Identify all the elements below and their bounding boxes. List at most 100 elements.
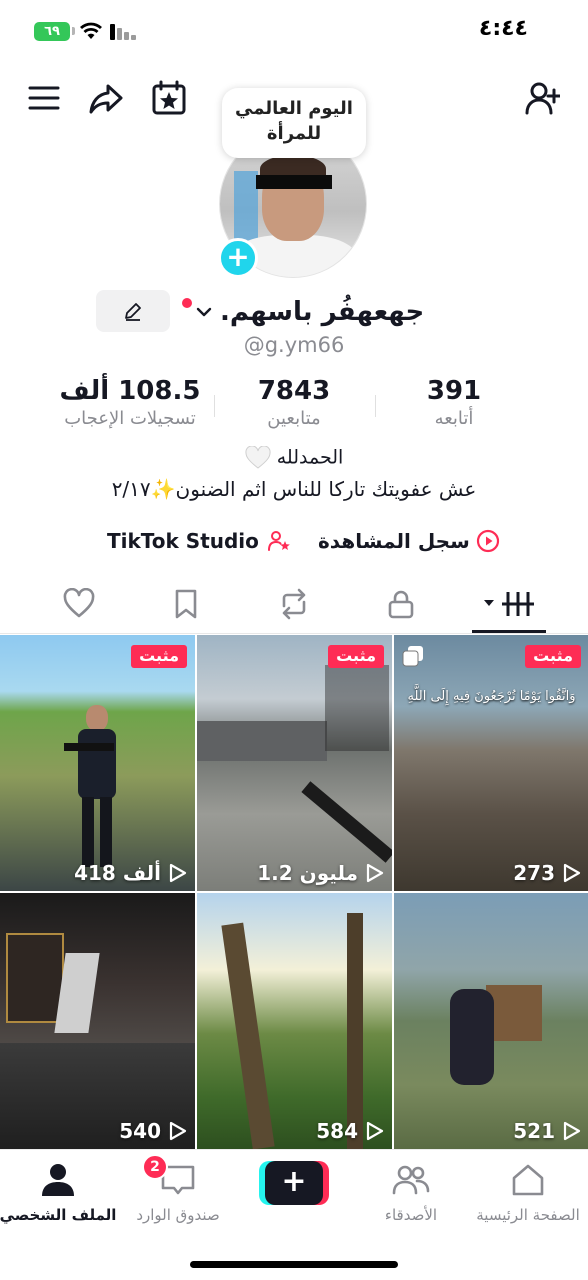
repost-icon (282, 588, 306, 620)
view-count: 584 (316, 1119, 384, 1143)
video-thumbnail[interactable]: مثبت 1.2 مليون (197, 635, 392, 891)
notification-dot (182, 298, 192, 308)
cellular-signal-icon (110, 24, 136, 40)
inbox-badge: 2 (142, 1154, 168, 1180)
calendar-star-icon[interactable] (151, 80, 187, 116)
view-count-text: 540 (119, 1119, 161, 1143)
status-bar: ٦٩ ٤:٤٤ (0, 0, 588, 62)
view-count: 1.2 مليون (257, 861, 384, 885)
watch-history-label: سجل المشاهدة (318, 529, 470, 553)
avatar-sunglasses (256, 175, 332, 189)
thumbnail-image (394, 635, 588, 891)
heart-outline-icon (63, 588, 95, 618)
view-count-text: 584 (316, 1119, 358, 1143)
play-outline-icon (169, 1121, 187, 1141)
view-count: 418 ألف (74, 861, 187, 885)
nav-home[interactable]: الصفحة الرئيسية (468, 1160, 588, 1224)
tab-private[interactable] (376, 584, 426, 624)
clock: ٤:٤٤ (478, 16, 528, 41)
battery-indicator: ٦٩ (34, 22, 70, 41)
tab-liked[interactable] (54, 584, 104, 624)
video-grid: مثبت 418 ألف مثبت 1.2 مليون وَاتَّقُوا ي… (0, 635, 588, 1149)
nav-inbox-label: صندوق الوارد (136, 1206, 220, 1224)
create-button[interactable]: + (259, 1161, 329, 1205)
stat-divider (375, 395, 376, 417)
wifi-icon (80, 22, 102, 39)
profile-note[interactable]: اليوم العالمي للمرأة (222, 88, 366, 158)
view-count: 273 (513, 861, 581, 885)
photo-carousel-icon (402, 646, 423, 667)
lock-icon (388, 590, 414, 619)
chevron-down-icon (196, 307, 212, 317)
view-count-text: 1.2 مليون (257, 861, 358, 885)
nav-profile[interactable]: الملف الشخصي (0, 1160, 118, 1224)
plus-icon: + (265, 1161, 323, 1205)
followers-count: 7843 (257, 376, 331, 406)
tiktok-studio-link[interactable]: TikTok Studio (107, 526, 291, 556)
pinned-badge: مثبت (525, 645, 581, 668)
stat-followers[interactable]: 7843 متابعين (232, 376, 356, 429)
tab-divider (0, 633, 588, 634)
play-outline-icon (366, 1121, 384, 1141)
view-count-text: 418 ألف (74, 861, 161, 885)
add-friend-icon[interactable] (524, 80, 562, 116)
menu-icon[interactable] (26, 80, 62, 116)
edit-profile-button[interactable] (96, 290, 170, 332)
game-hud-panel (325, 665, 389, 751)
tab-favorites[interactable] (161, 584, 211, 624)
add-story-button[interactable]: + (218, 238, 258, 278)
friends-icon (392, 1165, 430, 1195)
studio-star-user-icon (267, 531, 290, 551)
nav-profile-label: الملف الشخصي (0, 1206, 117, 1224)
pencil-icon (125, 303, 141, 321)
display-name-row[interactable]: جهعهفُر باسهم. (182, 292, 424, 332)
stat-following[interactable]: 391 أتابعه (404, 376, 504, 429)
view-count: 540 (119, 1119, 187, 1143)
display-name: جهعهفُر باسهم. (220, 297, 425, 327)
home-indicator (190, 1261, 398, 1268)
username: @g.ym66 (243, 333, 345, 357)
bookmark-icon (175, 589, 197, 619)
tab-reposts[interactable] (269, 584, 319, 624)
likes-label: تسجيلات الإعجاب (64, 408, 196, 429)
stat-likes[interactable]: 108.5 ألف تسجيلات الإعجاب (40, 376, 220, 429)
video-thumbnail[interactable]: وَاتَّقُوا يَوْمًا تُرْجَعُونَ فِيهِ إِل… (394, 635, 588, 891)
bio-line-2: عش عفويتك تاركا للناس اثم الضنون✨٢/١٧ (111, 477, 477, 501)
game-character-figure (450, 989, 494, 1085)
video-thumbnail[interactable]: مثبت 418 ألف (0, 635, 195, 891)
banner-shape (6, 933, 64, 1023)
watch-history-link[interactable]: سجل المشاهدة (318, 526, 500, 556)
pinned-badge: مثبت (328, 645, 384, 668)
nav-friends-label: الأصدقاء (384, 1206, 438, 1224)
view-count-text: 273 (513, 861, 555, 885)
play-circle-icon (476, 529, 499, 553)
play-outline-icon (563, 863, 581, 883)
tree-trunk-shape (347, 913, 363, 1149)
battery-tip (72, 27, 75, 35)
profile-icon (42, 1164, 74, 1196)
play-outline-icon (563, 1121, 581, 1141)
view-count-text: 521 (513, 1119, 555, 1143)
home-icon (512, 1164, 544, 1196)
likes-count: 108.5 ألف (59, 376, 201, 406)
followers-label: متابعين (267, 408, 321, 429)
video-thumbnail[interactable]: 540 (0, 893, 195, 1149)
tab-videos-grid[interactable] (482, 584, 542, 624)
nav-home-label: الصفحة الرئيسية (476, 1206, 580, 1224)
game-character-figure (64, 705, 120, 875)
tiktok-studio-label: TikTok Studio (107, 529, 259, 553)
video-thumbnail[interactable]: 584 (197, 893, 392, 1149)
nav-friends[interactable]: الأصدقاء (351, 1160, 471, 1224)
pinned-badge: مثبت (131, 645, 187, 668)
video-thumbnail[interactable]: 521 (394, 893, 588, 1149)
following-label: أتابعه (434, 408, 474, 429)
bio-line-1: الحمدلله (0, 446, 588, 470)
nav-inbox[interactable]: صندوق الوارد (118, 1160, 238, 1224)
play-outline-icon (366, 863, 384, 883)
wall-shape (197, 721, 327, 761)
crate-shape (486, 985, 542, 1041)
view-count: 521 (513, 1119, 581, 1143)
share-icon[interactable] (88, 80, 124, 116)
bio-text: الحمدلله (276, 446, 344, 469)
grid-bars-icon (484, 592, 534, 616)
